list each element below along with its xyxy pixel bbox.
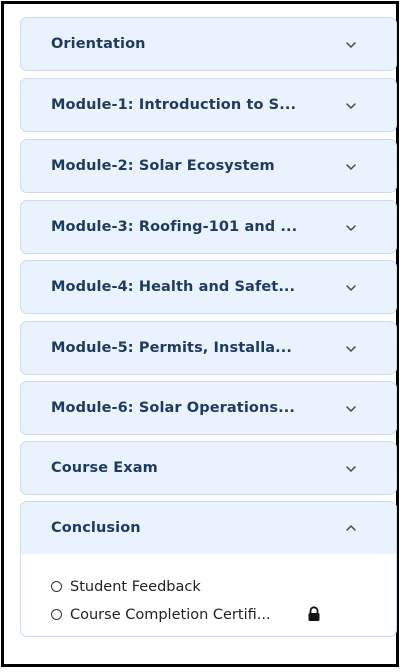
radio-circle-icon: [51, 580, 62, 592]
chevron-down-icon[interactable]: [344, 221, 358, 235]
chevron-down-icon[interactable]: [344, 462, 358, 476]
chevron-down-icon[interactable]: [344, 342, 358, 356]
module-3[interactable]: Module-3: Roofing-101 and ...: [20, 200, 397, 254]
module-title: Course Exam: [51, 460, 158, 476]
module-course-exam[interactable]: Course Exam: [20, 441, 397, 495]
module-title: Conclusion: [51, 520, 141, 536]
module-title: Orientation: [51, 36, 146, 52]
chevron-down-icon[interactable]: [344, 99, 358, 113]
module-title: Module-2: Solar Ecosystem: [51, 158, 275, 174]
radio-circle-icon: [51, 608, 62, 620]
lock-icon: [308, 606, 320, 621]
module-title: Module-3: Roofing-101 and ...: [51, 219, 298, 235]
module-2[interactable]: Module-2: Solar Ecosystem: [20, 139, 397, 193]
chevron-down-icon[interactable]: [344, 281, 358, 295]
module-title: Module-4: Health and Safet...: [51, 279, 296, 295]
module-1[interactable]: Module-1: Introduction to S...: [20, 78, 397, 132]
module-conclusion: Conclusion Student Feedback Course Compl…: [20, 501, 397, 637]
chevron-down-icon[interactable]: [344, 38, 358, 52]
lesson-label: Student Feedback: [70, 579, 201, 595]
module-title: Module-1: Introduction to S...: [51, 97, 297, 113]
chevron-down-icon[interactable]: [344, 160, 358, 174]
module-title: Module-6: Solar Operations...: [51, 400, 295, 416]
module-title: Module-5: Permits, Installa...: [51, 340, 292, 356]
chevron-up-icon[interactable]: [344, 521, 358, 535]
module-5[interactable]: Module-5: Permits, Installa...: [20, 321, 397, 375]
module-4[interactable]: Module-4: Health and Safet...: [20, 260, 397, 314]
lesson-student-feedback[interactable]: Student Feedback: [51, 577, 201, 597]
lesson-course-completion-certificate[interactable]: Course Completion Certifi...: [51, 605, 320, 625]
chevron-down-icon[interactable]: [344, 402, 358, 416]
module-orientation[interactable]: Orientation: [20, 17, 397, 71]
module-header[interactable]: Conclusion: [21, 502, 396, 554]
lesson-label: Course Completion Certifi...: [70, 607, 271, 623]
module-6[interactable]: Module-6: Solar Operations...: [20, 381, 397, 435]
